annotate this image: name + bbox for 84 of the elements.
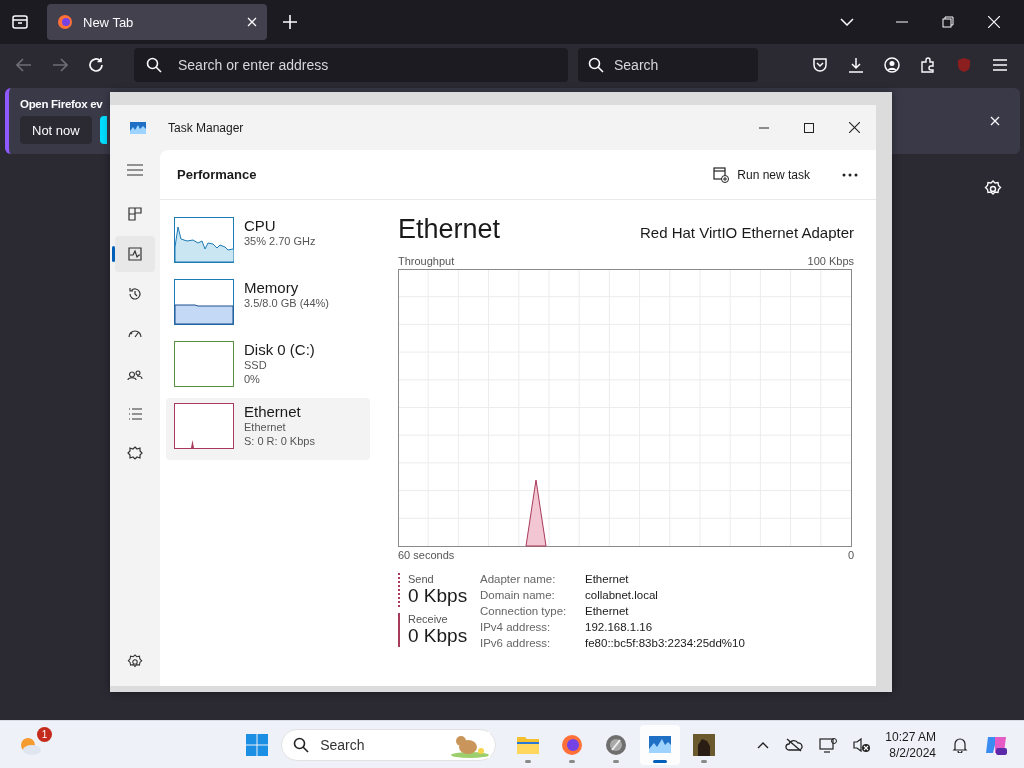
page-title: Performance [177,167,257,182]
send-value: 0 Kbps [408,585,469,607]
cloud-icon[interactable] [785,737,804,752]
device-detail: 35% 2.70 GHz [244,234,316,248]
more-icon[interactable] [842,172,858,177]
device-name: Memory [244,279,300,296]
windows-start-icon[interactable] [245,732,270,757]
firefox-icon [560,732,585,757]
window-title: Task Manager [168,120,244,135]
volume-muted-icon[interactable] [853,736,872,753]
device-item[interactable]: Memory 3.5/8.0 GB (44%) [166,274,370,336]
property-value: Ethernet [585,605,630,617]
list-icon [126,405,144,423]
graph-span-label: 60 seconds [398,549,455,561]
device-detail: 0% [244,372,261,386]
download-icon[interactable] [848,57,864,73]
property-label: IPv4 address: [480,621,552,633]
not-now-button[interactable]: Not now [20,116,92,144]
primary-button[interactable] [99,116,107,144]
device-detail: Ethernet [244,420,287,434]
adapter-title: Red Hat VirtIO Ethernet Adapter [640,224,854,241]
notification-text: Open Firefox ev [20,98,103,110]
new-task-icon [713,166,730,183]
app-icon [130,121,146,134]
device-detail: SSD [244,358,268,372]
search-icon [146,57,162,73]
property-label: Domain name: [480,589,556,601]
search-field[interactable]: Search [578,48,758,82]
chevron-up-icon[interactable] [757,740,770,749]
app-icon [692,732,717,757]
pocket-icon[interactable] [812,57,828,73]
device-item[interactable]: CPU 35% 2.70 GHz [166,212,370,274]
search-icon [588,57,604,73]
device-title: Ethernet [398,214,501,245]
graph-label: Throughput [398,255,455,267]
puzzle-icon[interactable] [920,57,936,73]
property-value: collabnet.local [585,589,659,601]
clock-date[interactable]: 8/2/2024 [889,744,936,761]
device-name: CPU [244,217,277,234]
performance-nav-button[interactable] [115,236,155,272]
property-label: Adapter name: [480,573,557,585]
search-icon [293,736,310,753]
device-item[interactable]: Ethernet Ethernet S: 0 R: 0 Kbps [166,398,370,460]
graph-max-label: 100 Kbps [807,255,854,267]
chevron-down-icon[interactable] [840,18,854,26]
address-field[interactable]: Search or enter address [134,48,568,82]
device-detail: 3.5/8.0 GB (44%) [244,296,329,310]
chart-icon [126,245,144,263]
mini-graph [174,403,234,449]
account-icon[interactable] [884,57,900,73]
grid-icon [126,205,144,223]
minimize-icon[interactable] [759,126,769,129]
tab-list-icon[interactable] [11,14,29,30]
run-new-task-button[interactable]: Run new task [707,162,816,187]
device-name: Disk 0 (C:) [244,341,315,358]
property-value: 192.168.1.16 [585,621,654,633]
new-tab-icon[interactable] [283,15,297,29]
network-icon[interactable] [819,736,838,753]
clock-time[interactable]: 10:27 AM [885,728,936,745]
clock-icon [126,285,144,303]
graph-min-label: 0 [847,549,854,561]
disc-icon [604,732,629,757]
mini-graph [174,341,234,387]
property-value: Ethernet [585,573,630,585]
browser-tab[interactable]: New Tab [47,4,267,40]
property-value: fe80::bc5f:83b3:2234:25dd%10 [585,637,745,649]
firefox-icon [57,14,73,30]
send-label: Send [408,573,435,585]
receive-label: Receive [408,613,449,625]
restore-icon[interactable] [942,16,954,28]
close-icon[interactable] [849,122,860,133]
notification-badge: 1 [37,726,52,742]
device-detail: S: 0 R: 0 Kbps [244,434,315,448]
settings-icon[interactable] [127,654,143,670]
device-name: Ethernet [244,403,302,420]
device-item[interactable]: Disk 0 (C:) SSD 0% [166,336,370,398]
reload-icon[interactable] [88,57,104,73]
maximize-icon[interactable] [804,122,814,133]
bell-icon[interactable] [952,736,968,753]
mini-graph [174,279,234,325]
property-label: IPv6 address: [480,637,552,649]
receive-value: 0 Kbps [408,625,469,647]
property-label: Connection type: [480,605,568,617]
mini-graph [174,217,234,263]
